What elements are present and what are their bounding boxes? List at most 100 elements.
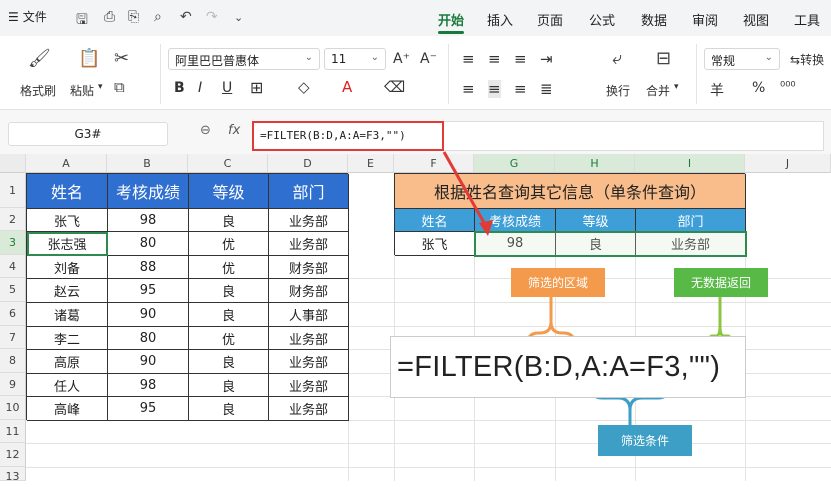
format-painter-icon[interactable]: 🖌 <box>28 48 51 69</box>
table-cell[interactable]: 90 <box>108 350 189 374</box>
table-cell[interactable]: 95 <box>108 397 189 421</box>
print-icon[interactable]: ⎘ <box>128 9 139 25</box>
fx-icon[interactable]: fx <box>228 123 240 138</box>
column-header-g[interactable]: G <box>474 154 555 173</box>
column-header-c[interactable]: C <box>188 154 268 173</box>
tab-insert[interactable]: 插入 <box>487 10 513 29</box>
row-header-1[interactable]: 1 <box>0 173 26 208</box>
bold-icon[interactable]: B <box>174 80 185 96</box>
underline-icon[interactable]: U <box>222 80 232 96</box>
row-header-13[interactable]: 13 <box>0 467 26 483</box>
paste-button[interactable]: 粘贴 <box>70 82 94 99</box>
table-cell[interactable]: 良 <box>189 350 269 374</box>
table-cell[interactable]: 业务部 <box>269 209 349 232</box>
table-header-cell[interactable]: 考核成绩 <box>108 174 189 209</box>
table-cell[interactable]: 优 <box>189 232 269 256</box>
formula-input-rest[interactable] <box>444 121 824 151</box>
align-top-icon[interactable]: ≡ <box>462 50 475 68</box>
formula-input[interactable]: =FILTER(B:D,A:A=F3,"") <box>252 121 444 151</box>
table-cell[interactable]: 良 <box>189 279 269 303</box>
print-preview-icon[interactable]: ⌕ <box>154 9 162 25</box>
fill-color-icon[interactable]: ◇ <box>298 78 310 96</box>
table-cell-active[interactable]: 张志强 <box>27 232 108 256</box>
column-header-e[interactable]: E <box>348 154 394 173</box>
row-header-2[interactable]: 2 <box>0 208 26 231</box>
row-header-3[interactable]: 3 <box>0 231 26 255</box>
tab-tools[interactable]: 工具 <box>794 10 820 29</box>
table-cell[interactable]: 良 <box>189 209 269 232</box>
column-header-a[interactable]: A <box>26 154 107 173</box>
paste-dropdown-icon[interactable]: ▾ <box>98 82 103 92</box>
border-icon[interactable]: ⊞ <box>250 78 263 97</box>
table-cell[interactable]: 李二 <box>27 327 108 350</box>
query-title[interactable]: 根据姓名查询其它信息（单条件查询） <box>395 174 746 209</box>
tab-page[interactable]: 页面 <box>537 10 563 29</box>
table-cell[interactable]: 人事部 <box>269 303 349 327</box>
row-header-11[interactable]: 11 <box>0 420 26 443</box>
table-cell[interactable]: 80 <box>108 232 189 256</box>
decrease-font-icon[interactable]: A⁻ <box>420 51 437 67</box>
table-header-cell[interactable]: 姓名 <box>27 174 108 209</box>
table-cell[interactable]: 90 <box>108 303 189 327</box>
wrap-icon[interactable]: ⤶ <box>612 48 622 69</box>
row-header-6[interactable]: 6 <box>0 302 26 326</box>
tab-home[interactable]: 开始 <box>438 10 464 29</box>
table-cell[interactable]: 诸葛 <box>27 303 108 327</box>
table-cell[interactable]: 任人 <box>27 374 108 397</box>
italic-icon[interactable]: I <box>198 80 202 96</box>
comma-icon[interactable]: ⁰⁰⁰ <box>780 80 796 95</box>
table-cell[interactable]: 良 <box>189 303 269 327</box>
merge-icon[interactable]: ⊟ <box>656 48 671 69</box>
query-header-cell[interactable]: 考核成绩 <box>475 209 556 232</box>
merge-dropdown-icon[interactable]: ▾ <box>674 82 679 92</box>
format-painter-button[interactable]: 格式刷 <box>20 82 56 99</box>
align-left-icon[interactable]: ≡ <box>462 80 475 98</box>
select-all-corner[interactable] <box>0 154 26 173</box>
font-size-select[interactable]: 11 ⌄ <box>324 48 386 70</box>
table-cell[interactable]: 优 <box>189 327 269 350</box>
column-header-b[interactable]: B <box>107 154 188 173</box>
align-right-icon[interactable]: ≡ <box>514 80 527 98</box>
row-header-10[interactable]: 10 <box>0 396 26 420</box>
table-cell[interactable]: 刘备 <box>27 256 108 279</box>
row-header-5[interactable]: 5 <box>0 278 26 302</box>
column-header-d[interactable]: D <box>268 154 348 173</box>
align-center-icon[interactable]: ≡ <box>488 80 501 98</box>
number-format-select[interactable]: 常规 ⌄ <box>704 48 780 70</box>
font-name-select[interactable]: 阿里巴巴普惠体 ⌄ <box>168 48 320 70</box>
table-cell[interactable]: 业务部 <box>269 350 349 374</box>
paste-icon[interactable]: 📋 <box>78 48 100 69</box>
indent-icon[interactable]: ⇥ <box>540 50 553 68</box>
table-cell[interactable]: 优 <box>189 256 269 279</box>
font-color-icon[interactable]: A <box>342 78 352 96</box>
table-cell[interactable]: 95 <box>108 279 189 303</box>
row-header-8[interactable]: 8 <box>0 349 26 373</box>
table-header-cell[interactable]: 部门 <box>269 174 349 209</box>
table-cell[interactable]: 财务部 <box>269 279 349 303</box>
column-header-i[interactable]: I <box>635 154 745 173</box>
cut-icon[interactable]: ✂ <box>114 48 129 69</box>
table-cell[interactable]: 98 <box>108 374 189 397</box>
table-cell[interactable]: 业务部 <box>269 327 349 350</box>
table-cell[interactable]: 赵云 <box>27 279 108 303</box>
query-header-cell[interactable]: 部门 <box>636 209 746 232</box>
spreadsheet-grid[interactable]: A B C D E F G H I J 1 2 3 4 5 6 7 8 9 10… <box>0 154 831 483</box>
justify-icon[interactable]: ≣ <box>540 80 553 98</box>
increase-font-icon[interactable]: A⁺ <box>393 51 410 67</box>
query-name-input[interactable]: 张飞 <box>395 232 475 256</box>
tab-review[interactable]: 审阅 <box>692 10 718 29</box>
column-header-h[interactable]: H <box>555 154 635 173</box>
row-header-4[interactable]: 4 <box>0 255 26 278</box>
row-header-9[interactable]: 9 <box>0 373 26 396</box>
zoom-icon[interactable]: ⊖ <box>200 123 211 138</box>
table-cell[interactable]: 88 <box>108 256 189 279</box>
file-menu[interactable]: ☰ 文件 <box>8 8 47 25</box>
table-cell[interactable]: 80 <box>108 327 189 350</box>
table-cell[interactable]: 业务部 <box>269 232 349 256</box>
wrap-button[interactable]: 换行 <box>606 82 630 99</box>
table-header-cell[interactable]: 等级 <box>189 174 269 209</box>
save-icon[interactable]: 🖫 <box>76 9 88 33</box>
query-header-cell[interactable]: 等级 <box>556 209 636 232</box>
tab-view[interactable]: 视图 <box>743 10 769 29</box>
column-header-j[interactable]: J <box>745 154 831 173</box>
